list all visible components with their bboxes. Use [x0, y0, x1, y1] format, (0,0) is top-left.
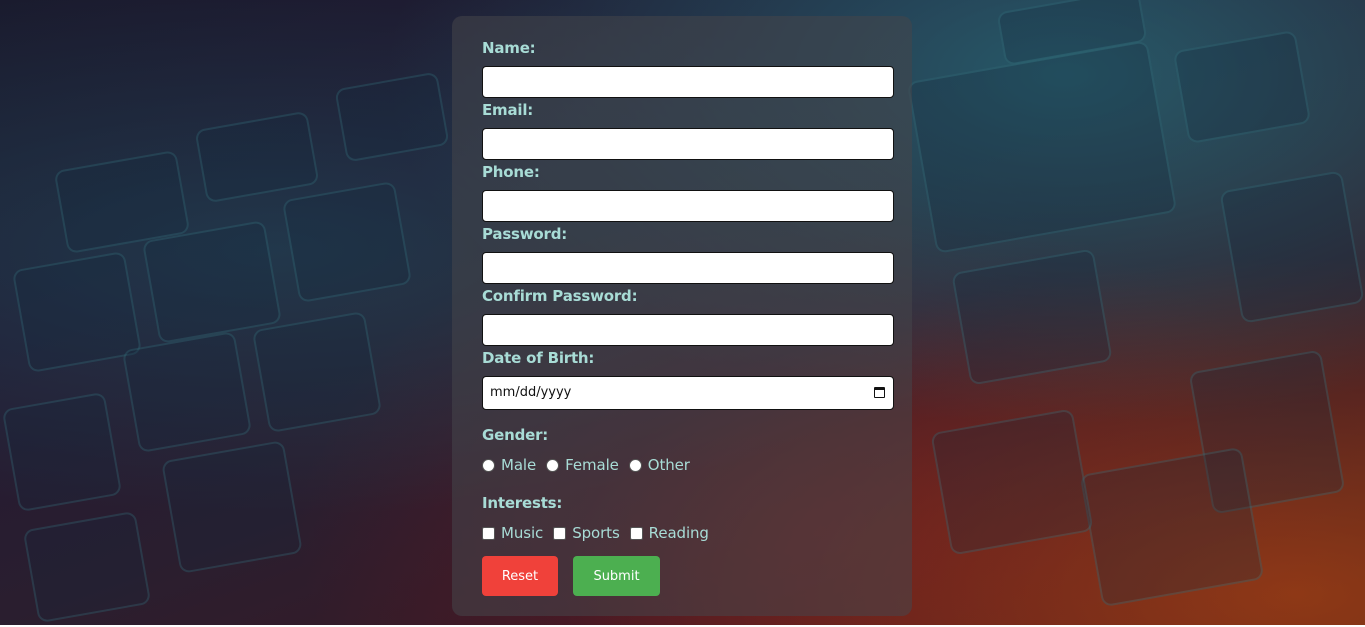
calendar-icon[interactable]: [874, 387, 885, 398]
gender-other-radio[interactable]: [628, 458, 642, 472]
dob-input[interactable]: mm/dd/yyyy: [482, 376, 894, 410]
email-input[interactable]: [482, 128, 894, 160]
gender-male-label[interactable]: Male: [501, 456, 536, 474]
submit-button[interactable]: Submit: [573, 556, 660, 596]
registration-form: Name: Email: Phone: Password: Confirm Pa…: [452, 16, 912, 616]
phone-input[interactable]: [482, 190, 894, 222]
password-input[interactable]: [482, 252, 894, 284]
interest-music-label[interactable]: Music: [501, 524, 543, 542]
dob-label: Date of Birth:: [482, 349, 595, 367]
gender-label: Gender:: [482, 426, 549, 444]
reset-button[interactable]: Reset: [482, 556, 558, 596]
gender-other-label[interactable]: Other: [648, 456, 690, 474]
interests-label: Interests:: [482, 494, 563, 512]
gender-options: Male Female Other: [482, 455, 700, 475]
confirm-password-input[interactable]: [482, 314, 894, 346]
interest-reading-checkbox[interactable]: [629, 526, 643, 540]
interest-reading-label[interactable]: Reading: [649, 524, 709, 542]
gender-female-label[interactable]: Female: [565, 456, 619, 474]
dob-placeholder: mm/dd/yyyy: [490, 385, 572, 400]
interest-sports-label[interactable]: Sports: [572, 524, 620, 542]
interest-music-checkbox[interactable]: [482, 526, 495, 540]
gender-female-radio[interactable]: [546, 458, 560, 472]
phone-label: Phone:: [482, 163, 540, 181]
gender-male-radio[interactable]: [482, 458, 495, 472]
name-input[interactable]: [482, 66, 894, 98]
interest-sports-checkbox[interactable]: [553, 526, 567, 540]
email-label: Email:: [482, 101, 534, 119]
interest-options: Music Sports Reading: [482, 523, 719, 543]
name-label: Name:: [482, 39, 536, 57]
confirm-password-label: Confirm Password:: [482, 287, 638, 305]
password-label: Password:: [482, 225, 568, 243]
